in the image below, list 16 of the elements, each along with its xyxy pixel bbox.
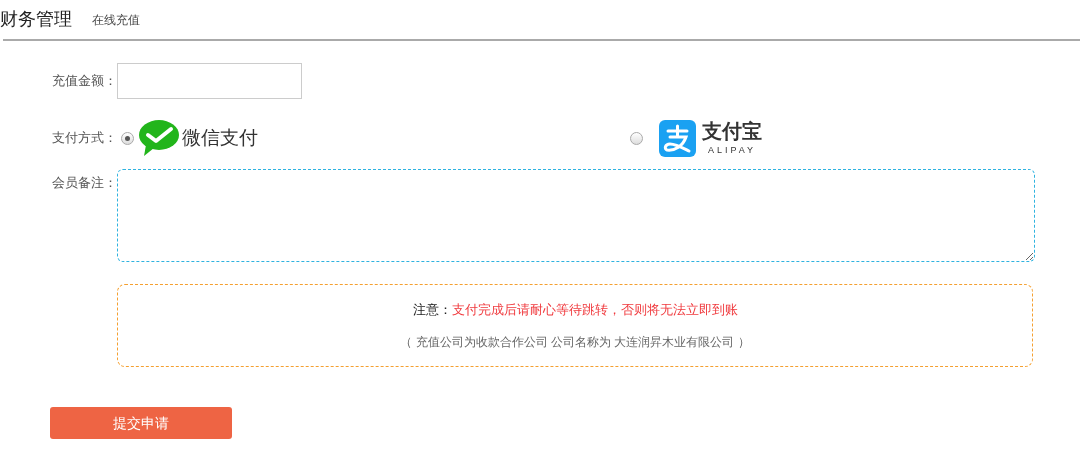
logo-icon: [659, 119, 696, 157]
chat-check-icon: [138, 119, 180, 157]
payment-name: 微信支付: [182, 125, 258, 150]
payment-name: 支付宝: [702, 121, 762, 141]
radio-button[interactable]: [630, 131, 643, 145]
payment-subname: ALIPAY: [707, 146, 757, 155]
breadcrumb-link[interactable]: 在线充值: [92, 14, 140, 28]
field-label: 充值金额：: [51, 72, 117, 91]
radio-button[interactable]: [121, 131, 134, 145]
field-label: 会员备注：: [51, 174, 117, 192]
page-title: 财务管理: [0, 10, 72, 28]
amount-field[interactable]: [117, 63, 302, 99]
notice-detail: （ 充值公司为收款合作公司 公司名称为 大连润昇木业有限公司 ）: [400, 334, 750, 352]
field-label: 支付方式：: [51, 129, 117, 148]
notice-text: 注意：支付完成后请耐心等待跳转，否则将无法立即到账: [412, 300, 738, 319]
remark-field[interactable]: [117, 169, 1035, 262]
